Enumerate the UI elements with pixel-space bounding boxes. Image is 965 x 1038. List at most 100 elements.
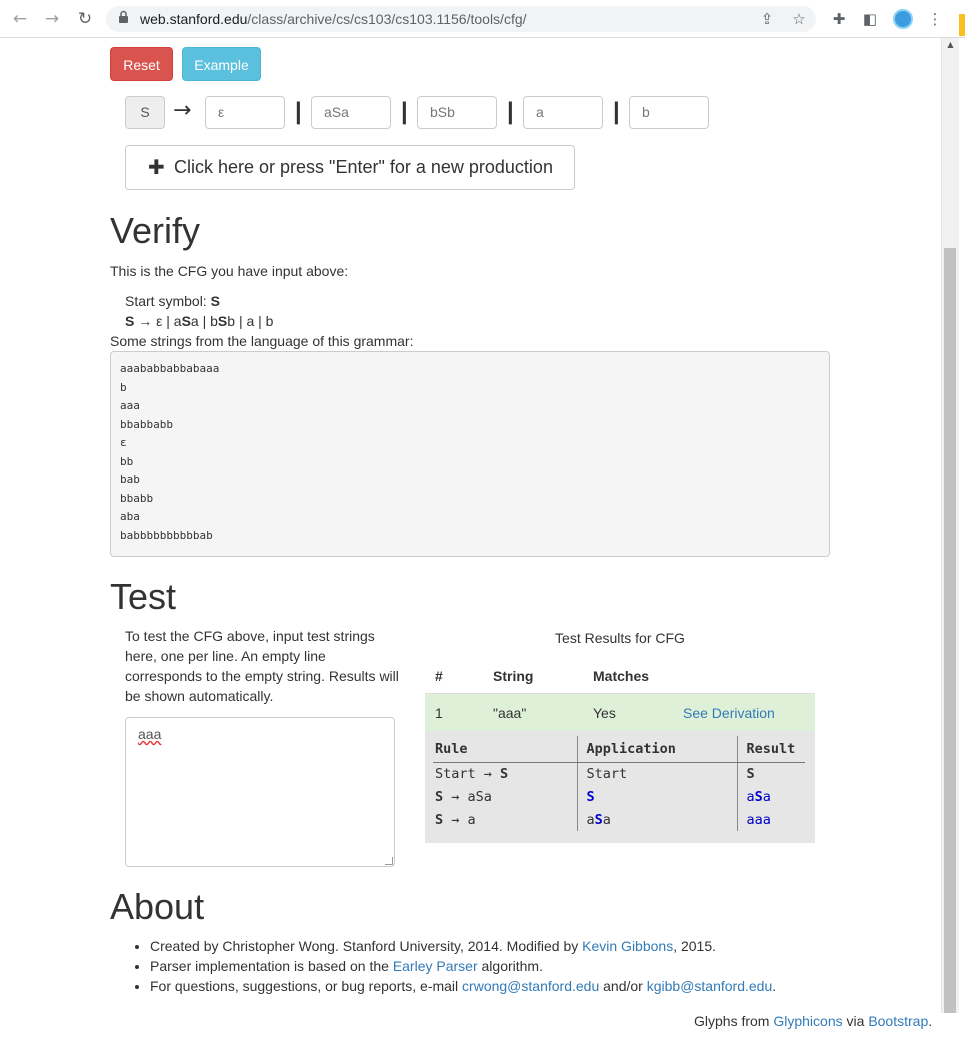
reset-button[interactable]: Reset [110,47,173,81]
about-text: Created by Christopher Wong. Stanford Un… [150,938,583,954]
kevin-gibbons-link[interactable]: Kevin Gibbons [582,938,673,954]
result-text: aaa [746,811,771,828]
about-text: For questions, suggestions, or bug repor… [150,978,463,994]
rule-nonterminal: S [217,313,228,329]
rule-text: → aSa [443,788,492,805]
language-string: bab [120,473,140,486]
extensions-icon[interactable]: ✚ [829,9,849,29]
application-nonterminal: S [594,811,603,828]
derivation-header-application: Application [577,736,738,763]
earley-parser-link[interactable]: Earley Parser [393,958,478,974]
result-nonterminal: S [754,788,763,805]
new-production-button[interactable]: ✚ Click here or press "Enter" for a new … [125,145,575,190]
derivation-rule: Start → S [433,762,578,785]
application-nonterminal: S [586,788,595,805]
grammar-rule-line: S → ε | aSa | bSb | a | b [125,313,273,329]
plus-icon: ✚ [148,155,165,179]
separator-bar: | [507,98,514,125]
new-production-label: Click here or press "Enter" for a new pr… [174,157,553,177]
rule-nonterminal: S [435,811,444,828]
language-string: bbabb [120,491,154,505]
language-string: aba [120,510,140,523]
share-icon[interactable]: ⇪ [757,9,777,29]
main-content: Reset Example S → ε | aSa | bSb | a | b … [110,38,940,1038]
menu-kebab-icon[interactable]: ⋮ [925,9,945,29]
forward-icon[interactable]: → [41,8,63,30]
column-header-string: String [493,668,534,684]
row-string: "aaa" [493,705,527,721]
page-scrollbar[interactable]: ▲ [941,38,959,1013]
derivation-result: S [737,762,805,785]
row-number: 1 [435,705,443,721]
derivation-row: Start → S Start S [433,762,805,785]
results-caption: Test Results for CFG [555,630,685,646]
production-arrow: → [173,98,192,123]
language-string: aaa [120,399,140,412]
kgibb-email-link[interactable]: kgibb@stanford.edu [647,978,773,994]
list-item: Created by Christopher Wong. Stanford Un… [150,936,776,956]
language-string: aaababbabbabaaa [120,362,220,375]
derivation-header-rule: Rule [433,736,578,763]
url-path: /class/archive/cs/cs103/cs103.1156/tools… [247,11,527,27]
about-text: Parser implementation is based on the [150,958,393,974]
crwong-email-link[interactable]: crwong@stanford.edu [462,978,599,994]
result-nonterminal: S [746,765,755,782]
derivation-table: Rule Application Result Start → S Start … [433,736,805,831]
derivation-panel: Rule Application Result Start → S Start … [425,731,815,843]
production-alt-5[interactable]: b [629,96,709,129]
start-symbol-line: Start symbol: S [125,293,220,309]
example-button[interactable]: Example [182,47,261,81]
scroll-thumb[interactable] [944,248,956,1013]
footer-text: via [842,1013,869,1029]
rule-part: → ε | a [134,313,182,329]
derivation-row: S → a aSa aaa [433,808,805,831]
test-input-text: aaa [138,726,162,742]
scroll-up-arrow-icon[interactable]: ▲ [942,40,959,52]
rule-nonterminal: S [435,788,444,805]
rule-text: Start → [435,765,501,782]
derivation-application: Start [577,762,738,785]
side-tab-indicator [959,14,965,36]
separator-bar: | [295,98,302,125]
about-text: algorithm. [477,958,543,974]
production-alt-4[interactable]: a [523,96,603,129]
language-string: ε [120,436,127,449]
back-icon[interactable]: ← [9,8,31,30]
nonterminal-field[interactable]: S [125,96,165,129]
about-list: Created by Christopher Wong. Stanford Un… [110,936,776,996]
production-alt-3[interactable]: bSb [417,96,497,129]
language-string: babbbbbbbbbbab [120,528,213,542]
verify-heading: Verify [110,210,201,251]
test-instructions: To test the CFG above, input test string… [125,628,399,704]
footer-text: Glyphs from [694,1013,774,1029]
resize-grip-icon[interactable] [385,857,393,865]
start-symbol-value: S [210,293,220,309]
rule-nonterminal: S [500,765,509,782]
production-alt-1[interactable]: ε [205,96,285,129]
production-alt-2[interactable]: aSa [311,96,391,129]
reload-icon[interactable]: ↻ [74,8,96,30]
separator-bar: | [401,98,408,125]
glyphicons-link[interactable]: Glyphicons [773,1013,842,1029]
lock-icon [119,10,128,23]
verify-intro: This is the CFG you have input above: [110,263,349,279]
application-part: a [586,811,595,828]
bootstrap-link[interactable]: Bootstrap [868,1013,928,1029]
bookmark-star-icon[interactable]: ☆ [789,9,809,29]
derivation-result: aaa [737,808,805,831]
list-item: Parser implementation is based on the Ea… [150,956,776,976]
see-derivation-link[interactable]: See Derivation [683,705,775,721]
language-string: b [120,380,127,394]
url-text[interactable]: web.stanford.edu/class/archive/cs/cs103/… [140,11,527,27]
profile-avatar[interactable] [893,9,913,29]
side-panel-icon[interactable]: ◧ [860,9,880,29]
rule-part: b | a | b [227,313,274,329]
start-symbol-label: Start symbol: [125,293,211,309]
derivation-result: aSa [737,785,805,808]
browser-toolbar: ← → ↻ web.stanford.edu/class/archive/cs/… [0,0,965,38]
test-strings-textarea[interactable]: aaa [125,717,395,867]
derivation-header-result: Result [737,736,805,763]
rule-nonterminal: S [181,313,191,329]
about-heading: About [110,886,205,927]
rule-lhs: S [125,313,135,329]
